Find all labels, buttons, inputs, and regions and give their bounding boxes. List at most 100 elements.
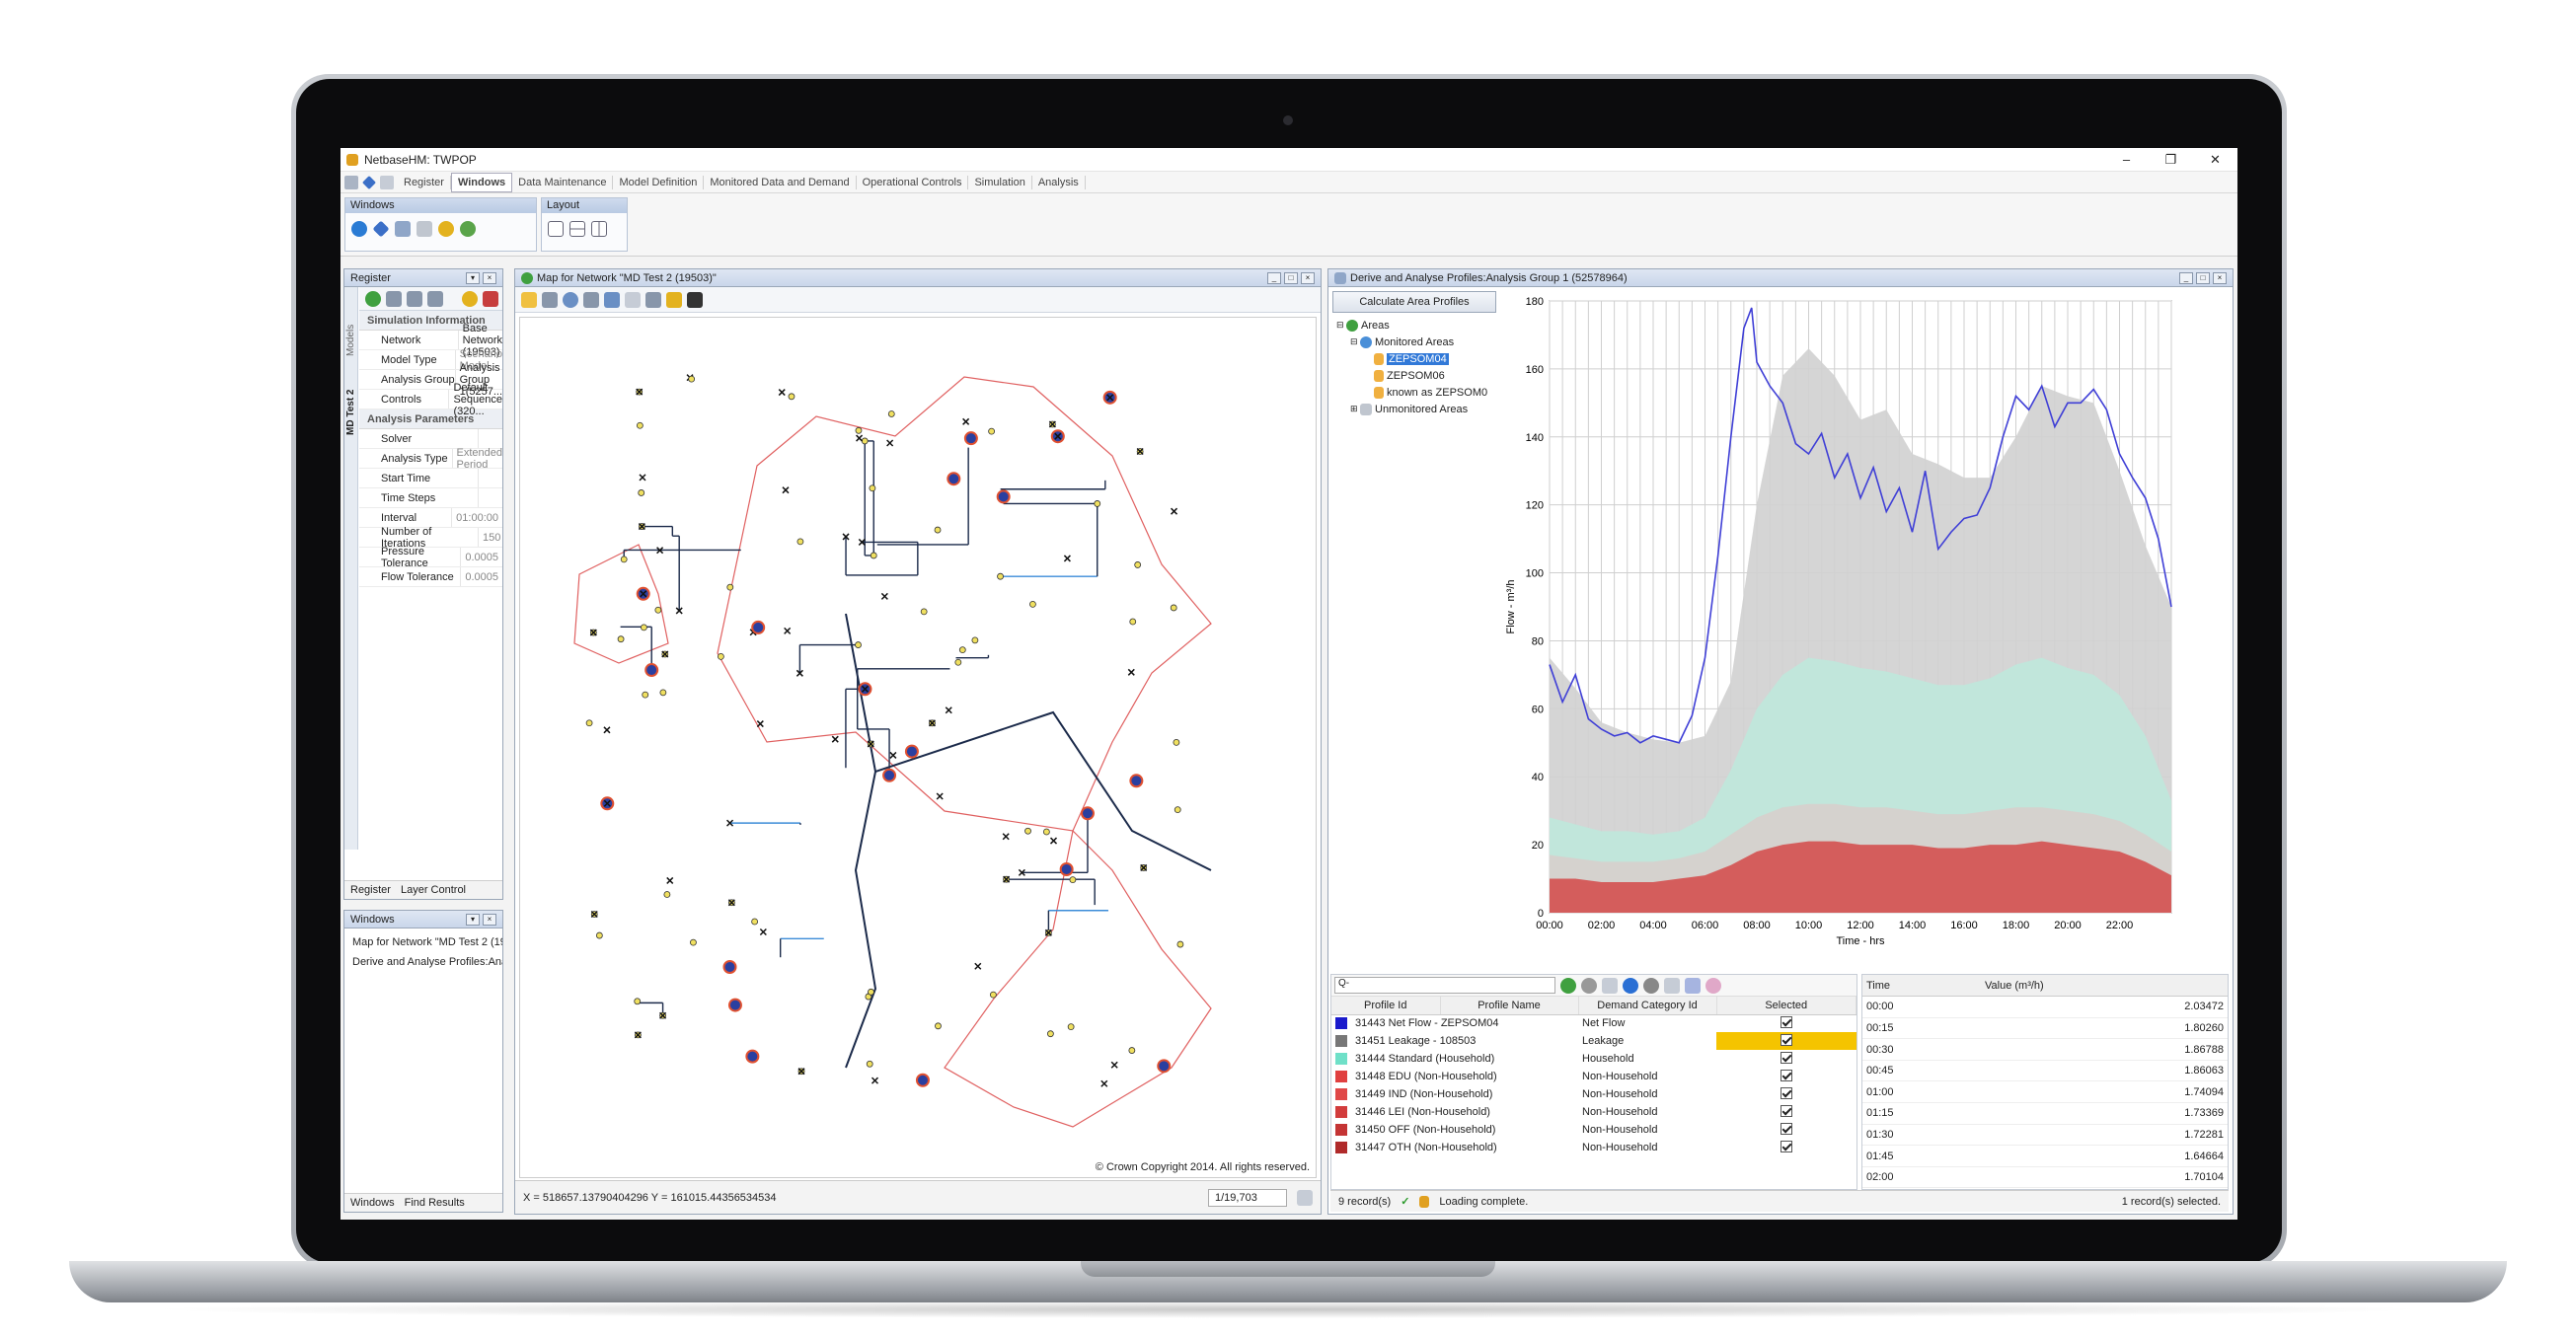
- close-icon[interactable]: ×: [483, 271, 496, 284]
- menu-monitored-data[interactable]: Monitored Data and Demand: [704, 175, 857, 189]
- cascade-icon[interactable]: [548, 221, 564, 237]
- side-tab-models[interactable]: Models: [345, 297, 356, 356]
- selected-checkbox[interactable]: [1780, 1104, 1792, 1117]
- menu-simulation[interactable]: Simulation: [968, 175, 1032, 189]
- refresh-icon[interactable]: [1560, 977, 1576, 994]
- pin-icon[interactable]: ▾: [466, 913, 480, 926]
- pan-icon[interactable]: [521, 291, 537, 308]
- close-icon[interactable]: ×: [483, 913, 496, 926]
- remove-icon[interactable]: [1643, 977, 1659, 994]
- menu-model-definition[interactable]: Model Definition: [613, 175, 705, 189]
- value-row[interactable]: 01:15 1.73369: [1862, 1102, 2228, 1125]
- col-profile-name[interactable]: Profile Name: [1440, 997, 1579, 1015]
- table-row[interactable]: 31444 Standard (Household) Household: [1331, 1050, 1856, 1068]
- value-row[interactable]: 02:00 1.70104: [1862, 1166, 2228, 1189]
- undo-icon[interactable]: [380, 175, 394, 189]
- menu-windows[interactable]: Windows: [450, 172, 513, 192]
- tile-vertical-icon[interactable]: [591, 221, 607, 237]
- measure-icon[interactable]: [625, 291, 641, 308]
- highlight-icon[interactable]: [666, 291, 682, 308]
- selected-checkbox[interactable]: [1780, 1033, 1792, 1046]
- property-row[interactable]: Analysis Type Extended Period: [359, 447, 502, 471]
- col-profile-id[interactable]: Profile Id: [1331, 997, 1441, 1015]
- selected-checkbox[interactable]: [1780, 1140, 1792, 1152]
- menu-data-maintenance[interactable]: Data Maintenance: [512, 175, 614, 189]
- edit-icon[interactable]: [1602, 977, 1618, 994]
- minimize-button[interactable]: –: [2104, 152, 2149, 168]
- tools-icon[interactable]: [407, 290, 422, 307]
- col-time[interactable]: Time: [1862, 975, 1981, 998]
- settings-icon[interactable]: [427, 290, 443, 307]
- table-row[interactable]: 31446 LEI (Non-Household) Non-Household: [1331, 1103, 1856, 1121]
- value-row[interactable]: 01:00 1.74094: [1862, 1080, 2228, 1104]
- property-row[interactable]: Start Time: [359, 469, 502, 488]
- value-row[interactable]: 00:00 2.03472: [1862, 996, 2228, 1018]
- tab-windows[interactable]: Windows: [350, 1197, 395, 1209]
- gear-icon[interactable]: [462, 290, 478, 307]
- maximize-icon[interactable]: □: [2196, 271, 2210, 284]
- table-row[interactable]: 31449 IND (Non-Household) Non-Household: [1331, 1085, 1856, 1103]
- calculate-area-profiles-button[interactable]: Calculate Area Profiles: [1332, 291, 1496, 313]
- value-row[interactable]: 00:15 1.80260: [1862, 1017, 2228, 1040]
- add-icon[interactable]: [1623, 977, 1638, 994]
- tree-node-area[interactable]: ZEPSOM06: [1336, 367, 1492, 384]
- polygon-icon[interactable]: [604, 291, 620, 308]
- close-button[interactable]: ✕: [2193, 152, 2237, 168]
- window-list-icon[interactable]: [395, 221, 411, 237]
- table-row[interactable]: 31447 OTH (Non-Household) Non-Household: [1331, 1139, 1856, 1156]
- window-list-item[interactable]: Derive and Analyse Profiles:Analysis Gro…: [348, 952, 502, 972]
- selected-checkbox[interactable]: [1780, 1122, 1792, 1135]
- selected-checkbox[interactable]: [1780, 1051, 1792, 1064]
- edit-icon[interactable]: [386, 290, 402, 307]
- menu-analysis[interactable]: Analysis: [1032, 175, 1086, 189]
- diamond-icon[interactable]: [372, 220, 390, 238]
- selected-checkbox[interactable]: [1780, 1086, 1792, 1099]
- tile-horizontal-icon[interactable]: [569, 221, 585, 237]
- selected-checkbox[interactable]: [1780, 1069, 1792, 1081]
- col-demand-category[interactable]: Demand Category Id: [1578, 997, 1717, 1015]
- save-icon[interactable]: [344, 175, 358, 189]
- zoom-extent-icon[interactable]: [583, 291, 599, 308]
- tree-node-area[interactable]: known as ZEPSOM0: [1336, 384, 1492, 401]
- tab-layer-control[interactable]: Layer Control: [401, 884, 466, 896]
- print-icon[interactable]: [687, 291, 703, 308]
- scale-field[interactable]: 1/19,703: [1208, 1188, 1287, 1207]
- tree-node-monitored[interactable]: ⊟ Monitored Areas: [1336, 334, 1492, 350]
- minimize-icon[interactable]: _: [2179, 271, 2193, 284]
- property-row[interactable]: Pressure Tolerance 0.0005: [359, 546, 502, 569]
- property-row[interactable]: Controls Default Sequence (320...: [359, 382, 502, 417]
- table-row[interactable]: 31443 Net Flow - ZEPSOM04 Net Flow: [1331, 1014, 1856, 1032]
- globe-icon[interactable]: [351, 221, 367, 237]
- delete-icon[interactable]: [483, 290, 498, 307]
- value-row[interactable]: 01:45 1.64664: [1862, 1145, 2228, 1167]
- scale-apply-icon[interactable]: [1297, 1189, 1313, 1206]
- color-icon[interactable]: [1705, 977, 1721, 994]
- stop-icon[interactable]: [1581, 977, 1597, 994]
- chart-icon[interactable]: [1685, 977, 1701, 994]
- menu-register[interactable]: Register: [398, 175, 451, 189]
- selected-checkbox[interactable]: [1780, 1015, 1792, 1028]
- tree-node-unmonitored[interactable]: ⊞ Unmonitored Areas: [1336, 401, 1492, 417]
- value-row[interactable]: 00:30 1.86788: [1862, 1038, 2228, 1061]
- tree-node-areas[interactable]: ⊟ Areas: [1336, 317, 1492, 334]
- pin-icon[interactable]: ▾: [466, 271, 480, 284]
- profile-search-input[interactable]: Q-: [1334, 977, 1555, 994]
- window-list-item[interactable]: Map for Network "MD Test 2 (19503)": [348, 932, 502, 952]
- value-row[interactable]: 01:30 1.72281: [1862, 1124, 2228, 1147]
- restore-button[interactable]: ❐: [2149, 152, 2193, 168]
- col-value[interactable]: Value (m³/h): [1981, 975, 2228, 998]
- tab-find-results[interactable]: Find Results: [405, 1197, 465, 1209]
- table-row[interactable]: 31450 OFF (Non-Household) Non-Household: [1331, 1121, 1856, 1139]
- property-row[interactable]: Flow Tolerance 0.0005: [359, 567, 502, 587]
- close-icon[interactable]: ×: [2213, 271, 2227, 284]
- property-row[interactable]: Time Steps: [359, 488, 502, 508]
- network-icon[interactable]: [460, 221, 476, 237]
- side-tab-md-test[interactable]: MD Test 2: [345, 356, 356, 436]
- value-row[interactable]: 00:45 1.86063: [1862, 1060, 2228, 1082]
- export-icon[interactable]: [1664, 977, 1680, 994]
- col-selected[interactable]: Selected: [1716, 997, 1856, 1015]
- refresh-icon[interactable]: [417, 221, 432, 237]
- close-icon[interactable]: ×: [1301, 271, 1315, 284]
- select-icon[interactable]: [542, 291, 558, 308]
- gear-icon[interactable]: [438, 221, 454, 237]
